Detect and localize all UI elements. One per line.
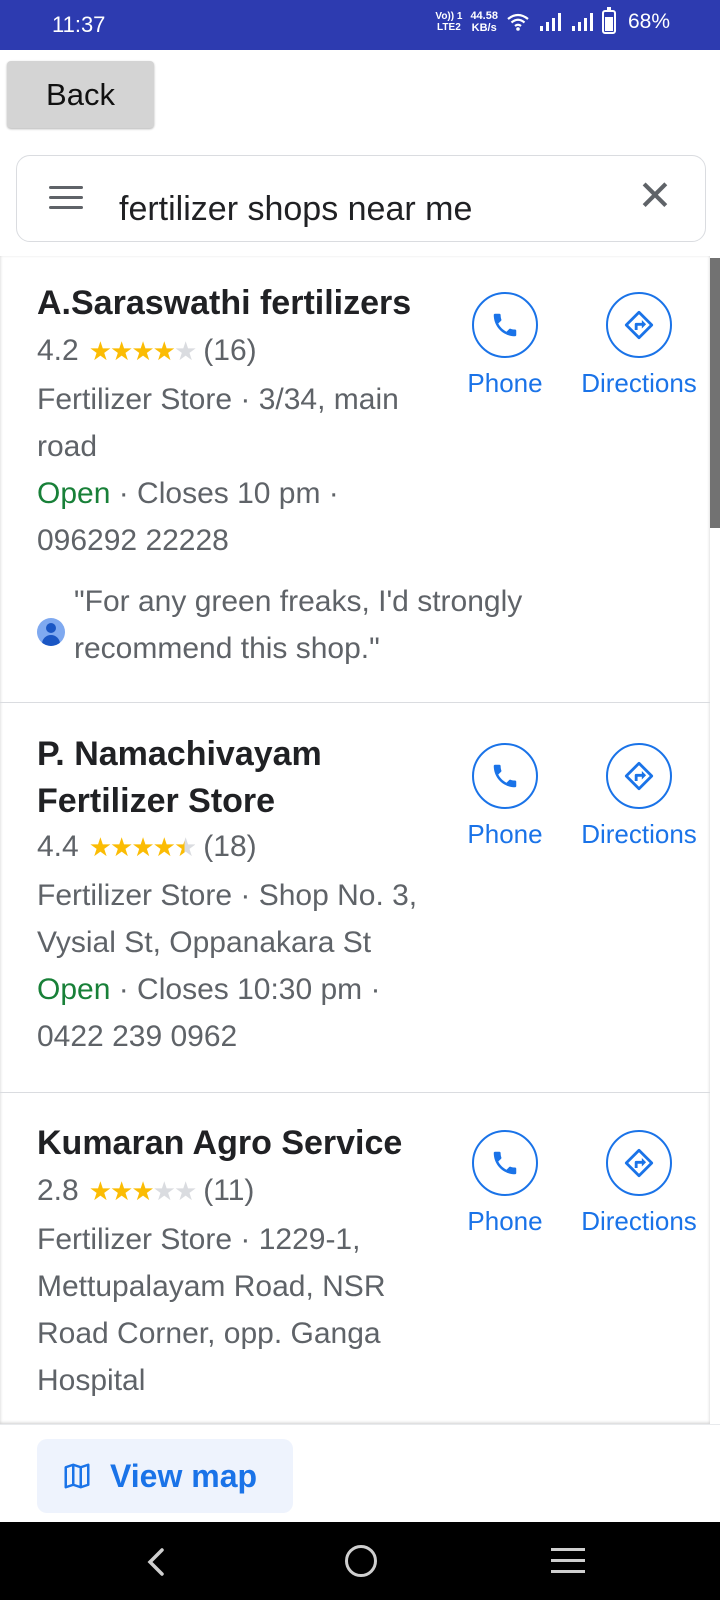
list-item[interactable]: P. Namachivayam Fertilizer Store 4.4 ★★★… <box>0 704 710 1093</box>
open-status: Open <box>37 973 111 1006</box>
place-info: Fertilizer Store · Shop No. 3, Vysial St… <box>37 872 447 1060</box>
place-hours: Open · Closes 10 pm · 096292 22228 <box>37 470 447 564</box>
review-count: (11) <box>203 1174 255 1207</box>
bottom-bar: View map <box>0 1424 720 1525</box>
view-map-button[interactable]: View map <box>37 1439 293 1513</box>
rating-row: 2.8 ★★★★★ (11) <box>37 1174 254 1208</box>
directions-label[interactable]: Directions <box>579 1206 699 1237</box>
star-rating-icon: ★★★★★ <box>88 335 198 366</box>
signal-icon-1 <box>539 13 561 31</box>
results-list[interactable]: A.Saraswathi fertilizers 4.2 ★★★★★ (16) … <box>0 256 710 1424</box>
place-hours: Open · Closes 10:30 pm · 0422 239 0962 <box>37 966 447 1060</box>
place-category-address: Fertilizer Store · 1229-1, Mettupalayam … <box>37 1223 386 1397</box>
menu-icon[interactable] <box>49 186 83 210</box>
star-rating-icon: ★★★★★ <box>88 831 198 862</box>
phone-icon[interactable] <box>472 1130 538 1196</box>
rating-value: 4.2 <box>37 334 79 367</box>
wifi-icon <box>507 13 529 31</box>
place-category-address: Fertilizer Store · Shop No. 3, Vysial St… <box>37 879 418 959</box>
place-info: Fertilizer Store · 3/34, main road Open … <box>37 376 447 564</box>
signal-icon-2 <box>571 13 593 31</box>
back-button[interactable]: Back <box>7 61 154 128</box>
directions-icon[interactable] <box>606 1130 672 1196</box>
network-speed: 44.58 KB/s <box>470 10 498 34</box>
place-info: Fertilizer Store · 1229-1, Mettupalayam … <box>37 1216 437 1404</box>
list-item[interactable]: Kumaran Agro Service 2.8 ★★★★★ (11) Fert… <box>0 1094 710 1424</box>
phone-label[interactable]: Phone <box>445 368 565 399</box>
battery-icon <box>601 7 616 34</box>
phone-button[interactable]: Phone <box>445 1130 565 1237</box>
place-category-address: Fertilizer Store · 3/34, main road <box>37 383 399 463</box>
place-name[interactable]: Kumaran Agro Service <box>37 1120 402 1167</box>
map-icon <box>64 1463 90 1489</box>
place-name[interactable]: A.Saraswathi fertilizers <box>37 280 411 327</box>
rating-value: 2.8 <box>37 1174 79 1207</box>
phone-icon[interactable] <box>472 743 538 809</box>
scrollbar[interactable] <box>710 258 720 528</box>
volte-indicator: Vo)) 1 LTE2 <box>435 11 462 33</box>
nav-home-icon[interactable] <box>345 1545 377 1577</box>
place-name[interactable]: P. Namachivayam Fertilizer Store <box>37 731 417 825</box>
volte-bottom: LTE2 <box>437 22 461 33</box>
phone-label[interactable]: Phone <box>445 819 565 850</box>
view-map-label[interactable]: View map <box>110 1458 257 1495</box>
phone-label[interactable]: Phone <box>445 1206 565 1237</box>
status-icons: Vo)) 1 LTE2 44.58 KB/s 68% <box>435 7 670 34</box>
search-bar[interactable]: fertilizer shops near me ✕ <box>16 155 706 242</box>
phone-button[interactable]: Phone <box>445 743 565 850</box>
close-icon[interactable]: ✕ <box>635 175 675 217</box>
review-text: "For any green freaks, I'd strongly reco… <box>74 585 523 665</box>
phone-button[interactable]: Phone <box>445 292 565 399</box>
nav-recents-icon[interactable] <box>551 1548 585 1581</box>
review-count: (16) <box>203 334 257 367</box>
rating-row: 4.2 ★★★★★ (16) <box>37 334 257 368</box>
rating-row: 4.4 ★★★★★ (18) <box>37 830 257 864</box>
directions-button[interactable]: Directions <box>579 743 699 850</box>
review-count: (18) <box>203 830 257 863</box>
star-rating-icon: ★★★★★ <box>88 1175 198 1206</box>
avatar-icon <box>37 618 65 646</box>
directions-icon[interactable] <box>606 292 672 358</box>
phone-icon[interactable] <box>472 292 538 358</box>
directions-icon[interactable] <box>606 743 672 809</box>
status-time: 11:37 <box>52 12 106 37</box>
rating-value: 4.4 <box>37 830 79 863</box>
open-status: Open <box>37 477 111 510</box>
volte-top: Vo)) 1 <box>435 11 463 22</box>
directions-button[interactable]: Directions <box>579 292 699 399</box>
search-query[interactable]: fertilizer shops near me <box>119 190 472 229</box>
battery-percent: 68% <box>627 10 670 33</box>
directions-button[interactable]: Directions <box>579 1130 699 1237</box>
speed-unit: KB/s <box>471 22 497 34</box>
directions-label[interactable]: Directions <box>579 819 699 850</box>
system-nav-bar <box>0 1522 720 1600</box>
speed-value: 44.58 <box>470 10 498 22</box>
list-item[interactable]: A.Saraswathi fertilizers 4.2 ★★★★★ (16) … <box>0 256 710 703</box>
status-bar: 11:37 Vo)) 1 LTE2 44.58 KB/s 68% <box>0 0 720 50</box>
nav-back-icon[interactable] <box>140 1544 176 1580</box>
directions-label[interactable]: Directions <box>579 368 699 399</box>
review-snippet: "For any green freaks, I'd strongly reco… <box>37 578 597 672</box>
